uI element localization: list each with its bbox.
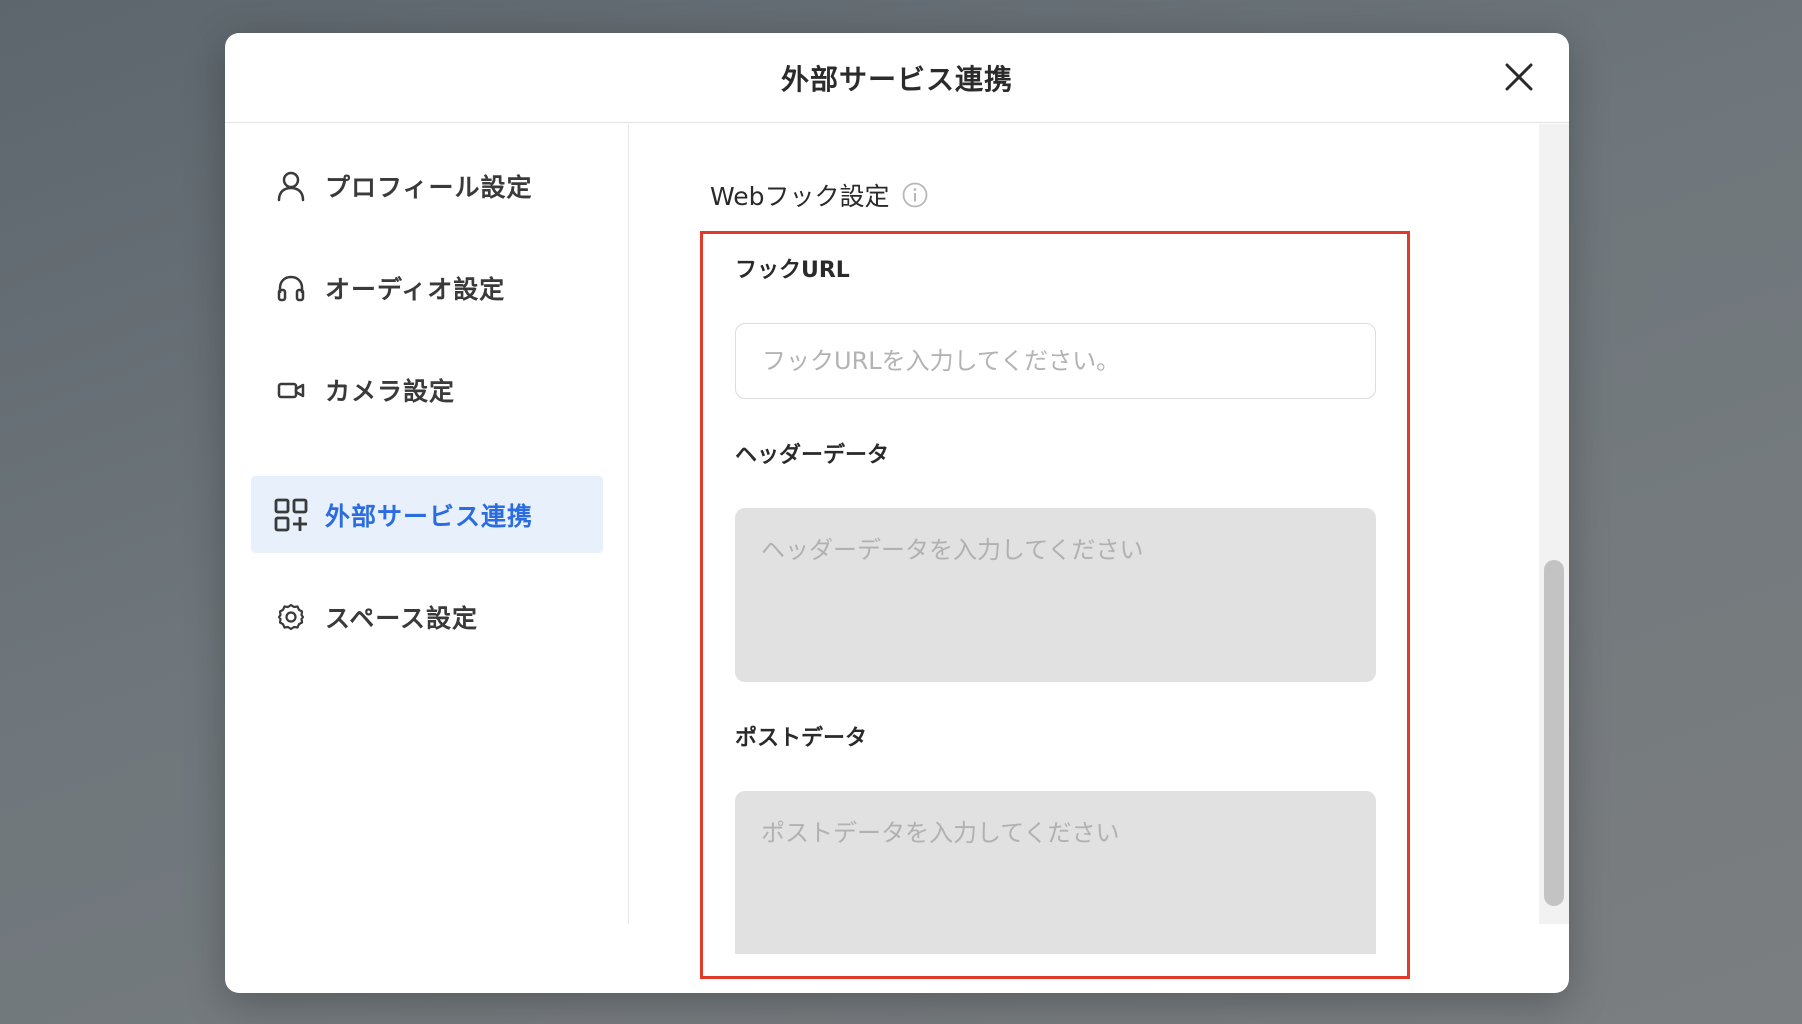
header-data-textarea[interactable]	[735, 508, 1376, 682]
post-data-textarea[interactable]	[735, 791, 1376, 954]
video-camera-icon	[273, 372, 309, 408]
settings-sidebar: プロフィール設定 オーディオ設定 カメラ設定 外部サービス連携 スペース設定	[225, 124, 629, 924]
modal-header: 外部サービス連携	[225, 33, 1569, 123]
hook-url-input[interactable]	[735, 323, 1376, 399]
webhook-form-highlight: フックURL ヘッダーデータ ポストデータ	[700, 231, 1410, 979]
info-icon[interactable]	[902, 182, 928, 208]
header-data-label: ヘッダーデータ	[735, 443, 890, 468]
sidebar-item-label: プロフィール設定	[325, 172, 533, 202]
sidebar-item-label: カメラ設定	[325, 376, 456, 406]
scrollbar-thumb[interactable]	[1544, 560, 1564, 906]
sidebar-item-label: スペース設定	[325, 603, 479, 633]
sidebar-item-audio[interactable]: オーディオ設定	[251, 249, 603, 326]
headphones-icon	[273, 270, 309, 306]
close-button[interactable]	[1497, 55, 1541, 99]
sidebar-item-external-services[interactable]: 外部サービス連携	[251, 476, 603, 553]
sidebar-item-label: オーディオ設定	[325, 274, 506, 304]
sidebar-item-space[interactable]: スペース設定	[251, 578, 603, 655]
user-icon	[273, 168, 309, 204]
close-icon	[1505, 63, 1533, 91]
hook-url-label: フックURL	[735, 258, 850, 283]
modal-title: 外部サービス連携	[780, 62, 1013, 96]
post-data-label: ポストデータ	[735, 726, 868, 751]
content-scrollbar[interactable]	[1539, 124, 1569, 924]
section-title-text: Webフック設定	[710, 182, 890, 211]
settings-modal: 外部サービス連携 プロフィール設定 オーディオ設定 カメラ設定 外部サービス連携…	[225, 33, 1569, 993]
settings-content: Webフック設定 フックURL ヘッダーデータ ポストデータ	[630, 124, 1569, 979]
sidebar-item-label: 外部サービス連携	[325, 501, 534, 531]
sidebar-item-camera[interactable]: カメラ設定	[251, 351, 603, 428]
apps-add-icon	[273, 497, 309, 533]
gear-icon	[273, 599, 309, 635]
section-title: Webフック設定	[710, 177, 928, 213]
sidebar-item-profile[interactable]: プロフィール設定	[251, 147, 603, 224]
